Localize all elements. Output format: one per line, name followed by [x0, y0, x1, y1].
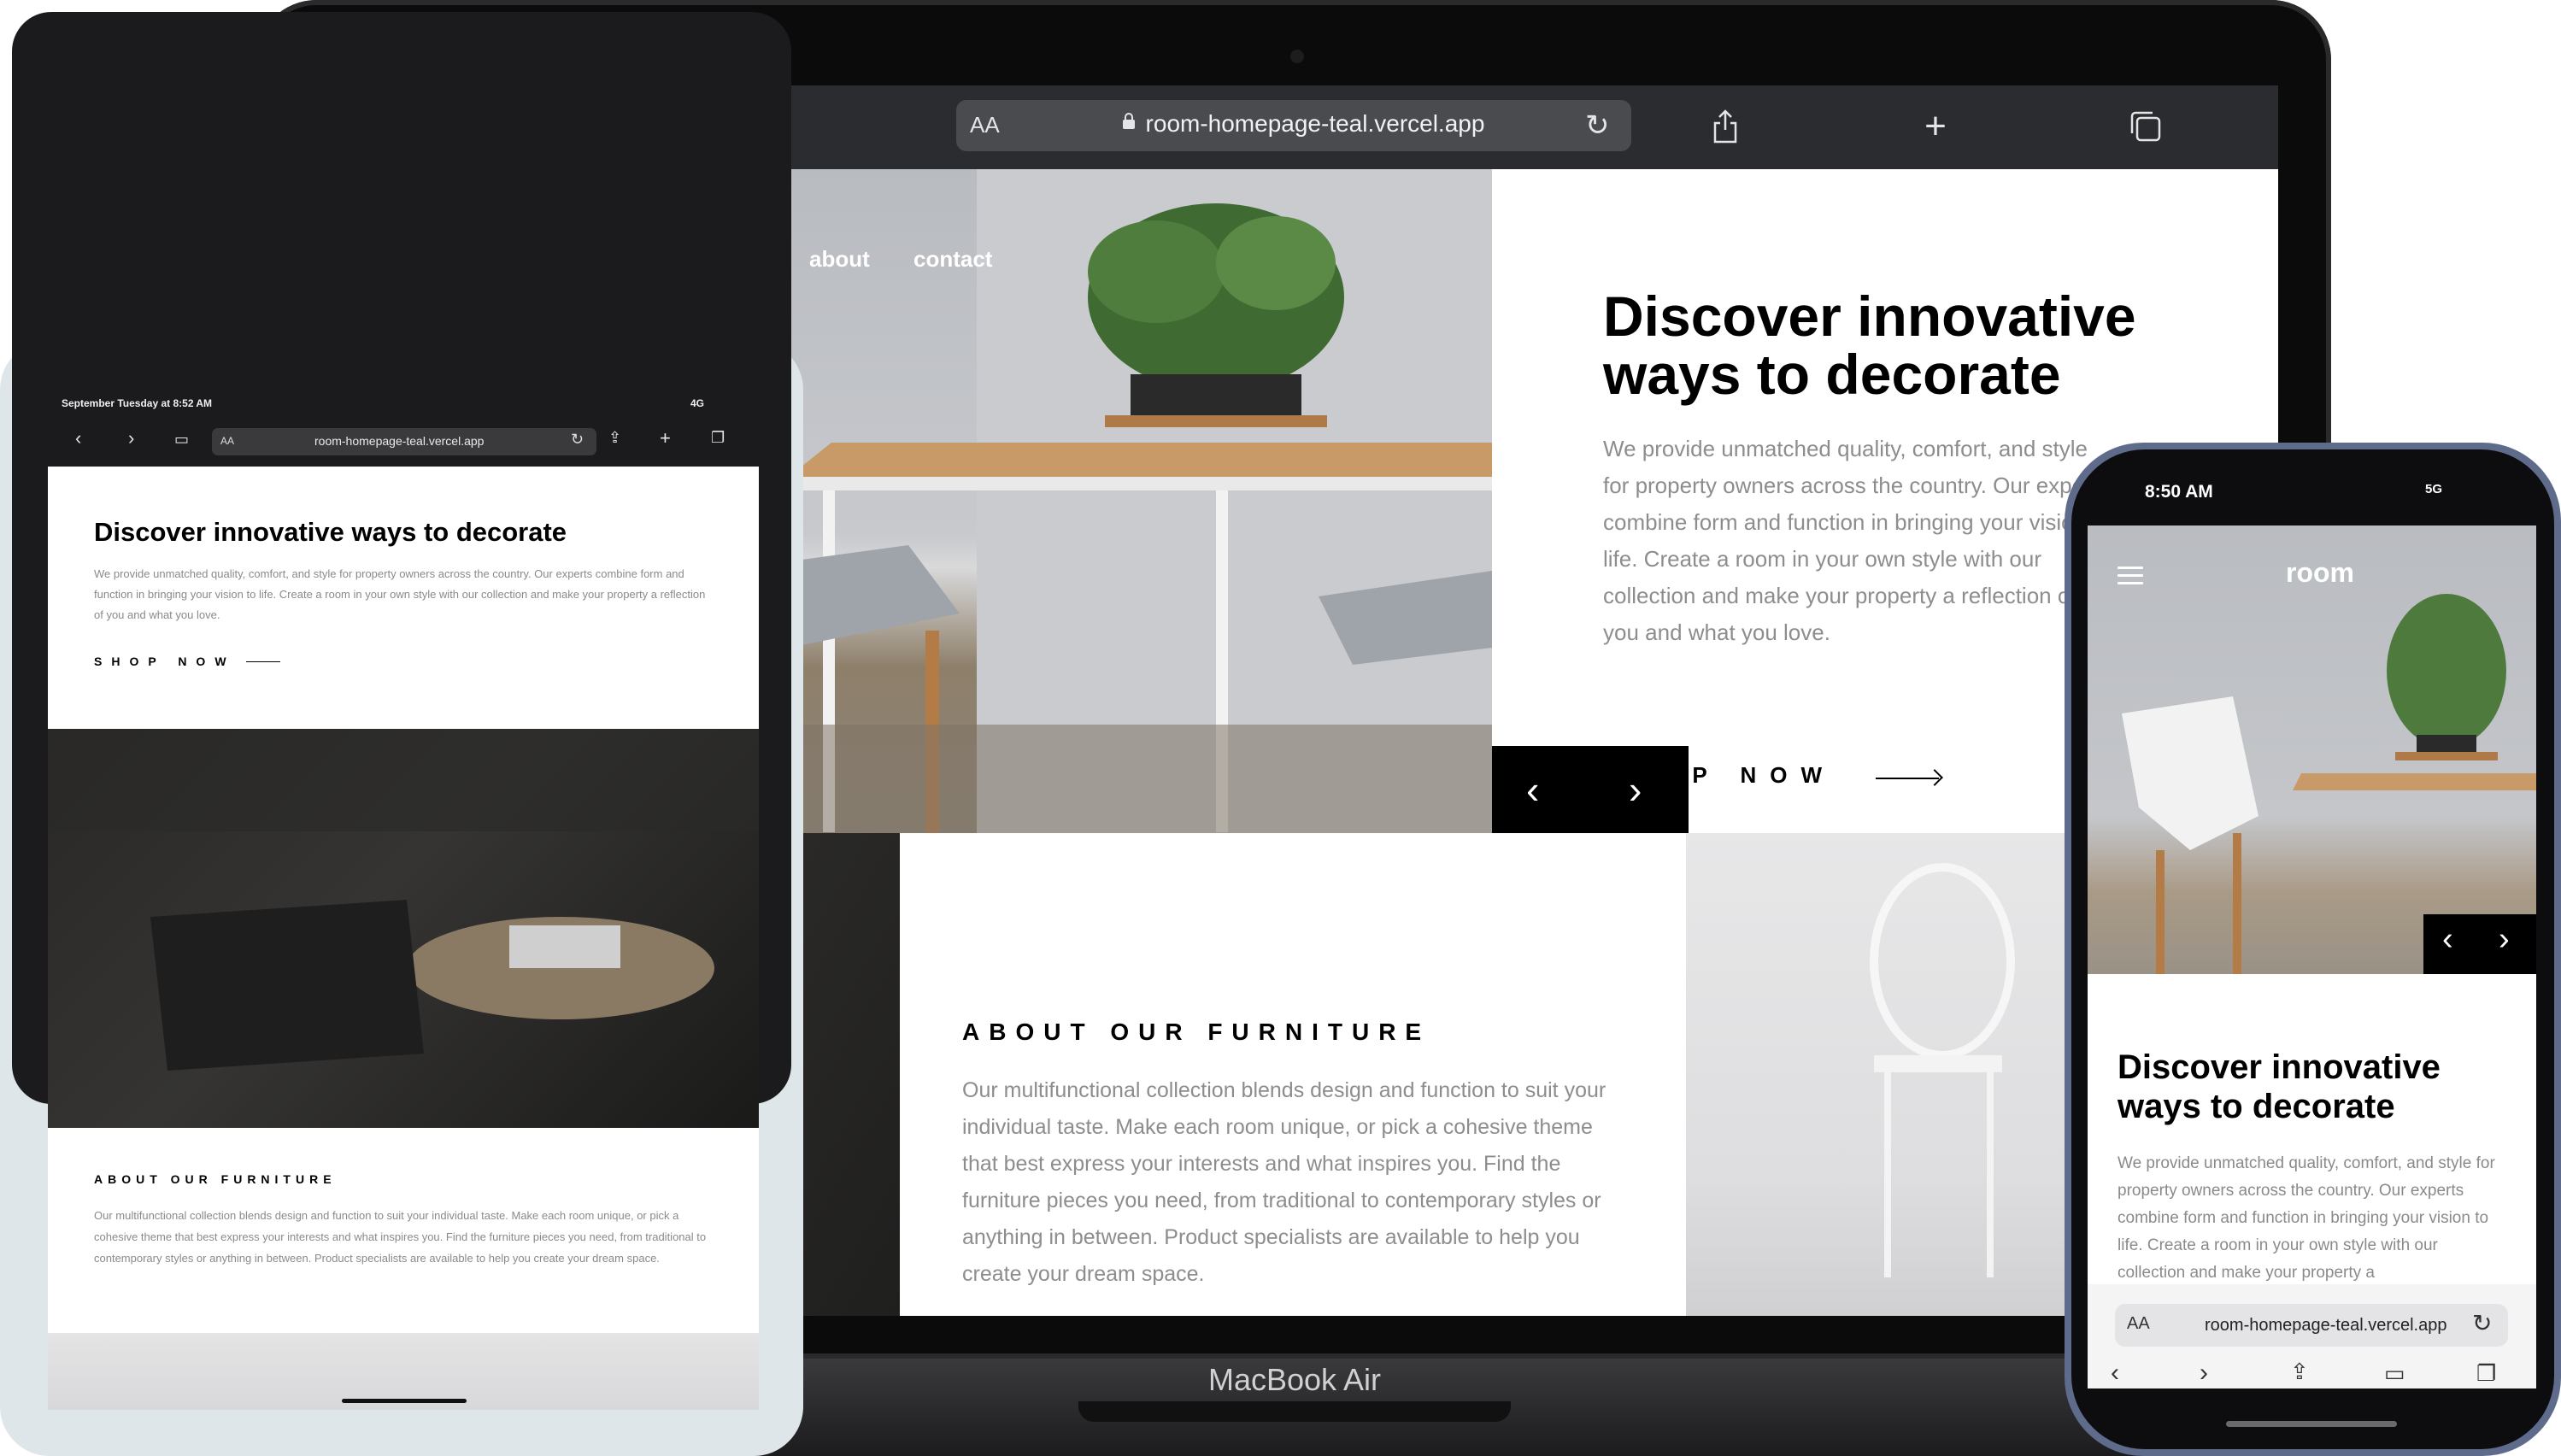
- tablet-shop-now-link[interactable]: SHOP NOW: [94, 655, 236, 668]
- nav-about[interactable]: about: [809, 246, 870, 273]
- slider-prev-button[interactable]: ‹: [2442, 921, 2453, 958]
- camera-icon: [1290, 50, 1304, 63]
- arrow-right-icon: [246, 661, 280, 662]
- slider-next-button[interactable]: ›: [2499, 921, 2510, 958]
- tablet-status-time: September Tuesday at 8:52 AM: [62, 397, 213, 409]
- hero-title: Discover innovative ways to decorate: [1603, 285, 2136, 406]
- reload-icon[interactable]: ↻: [571, 431, 584, 449]
- reader-aa-button[interactable]: AA: [970, 112, 1000, 138]
- tablet-about-title: ABOUT OUR FURNITURE: [94, 1172, 337, 1186]
- home-indicator[interactable]: [2226, 1421, 2397, 1427]
- phone-url-text: room-homepage-teal.vercel.app: [2205, 1316, 2447, 1335]
- tablet-url-text: room-homepage-teal.vercel.app: [314, 434, 485, 448]
- address-bar[interactable]: AA room-homepage-teal.vercel.app ↻: [956, 100, 1631, 151]
- share-icon[interactable]: ⇪: [608, 429, 621, 447]
- phone-status-time: 8:50 AM: [2145, 482, 2213, 502]
- tablet-about-description: Our multifunctional collection blends de…: [94, 1209, 707, 1265]
- tablet-address-bar[interactable]: AA room-homepage-teal.vercel.app ↻: [212, 428, 596, 455]
- tablet-dark-interior-image: [48, 729, 759, 1128]
- phone-slider-controls: ‹ ›: [2423, 914, 2536, 974]
- menu-icon[interactable]: [2118, 567, 2143, 585]
- phone-status-network: 5G: [2425, 482, 2443, 496]
- about-description: Our multifunctional collection blends de…: [962, 1078, 1606, 1286]
- tabs-icon[interactable]: ❐: [711, 429, 725, 447]
- reload-icon[interactable]: ↻: [2472, 1309, 2492, 1337]
- reader-aa-button[interactable]: AA: [2127, 1314, 2150, 1334]
- bookmarks-icon[interactable]: ▭: [2384, 1360, 2405, 1387]
- forward-icon[interactable]: ›: [128, 427, 134, 449]
- forward-icon[interactable]: ›: [2200, 1359, 2208, 1388]
- share-icon[interactable]: ⇪: [2290, 1359, 2309, 1385]
- nav-contact[interactable]: contact: [913, 246, 992, 273]
- tabs-icon[interactable]: ❐: [2476, 1360, 2496, 1387]
- reload-icon[interactable]: ↻: [1585, 109, 1610, 143]
- slider-prev-button[interactable]: ‹: [1526, 766, 1539, 813]
- new-tab-icon[interactable]: +: [1910, 101, 1961, 152]
- back-icon[interactable]: ‹: [2111, 1359, 2119, 1388]
- new-tab-icon[interactable]: +: [660, 427, 671, 449]
- phone-site-logo[interactable]: room: [2286, 557, 2354, 589]
- phone-hero-image: [2088, 525, 2536, 974]
- url-text: room-homepage-teal.vercel.app: [1145, 110, 1485, 137]
- tablet-hero-description: We provide unmatched quality, comfort, a…: [94, 567, 706, 621]
- reader-aa-button[interactable]: AA: [220, 435, 234, 447]
- about-title: ABOUT OUR FURNITURE: [962, 1019, 1431, 1045]
- arrow-right-icon: [1876, 778, 1939, 779]
- bookmarks-icon[interactable]: ▭: [174, 431, 189, 449]
- tablet-hero-title: Discover innovative ways to decorate: [94, 517, 567, 547]
- home-indicator[interactable]: [342, 1399, 467, 1403]
- share-icon[interactable]: [1700, 101, 1751, 152]
- slider-next-button[interactable]: ›: [1629, 766, 1642, 813]
- tabs-icon[interactable]: [2120, 101, 2171, 152]
- phone-hero-title: Discover innovative ways to decorate: [2118, 1048, 2441, 1125]
- back-icon[interactable]: ‹: [75, 427, 81, 449]
- laptop-notch: [1078, 1401, 1511, 1422]
- phone-hero-description: We provide unmatched quality, comfort, a…: [2118, 1154, 2495, 1282]
- hero-description: We provide unmatched quality, comfort, a…: [1603, 436, 2111, 645]
- laptop-brand-label: MacBook Air: [1207, 1362, 1382, 1397]
- slider-controls: ‹ ›: [1492, 746, 1689, 833]
- phone-address-bar[interactable]: AA room-homepage-teal.vercel.app ↻: [2115, 1304, 2508, 1347]
- tablet-status-network: 4G: [690, 397, 705, 409]
